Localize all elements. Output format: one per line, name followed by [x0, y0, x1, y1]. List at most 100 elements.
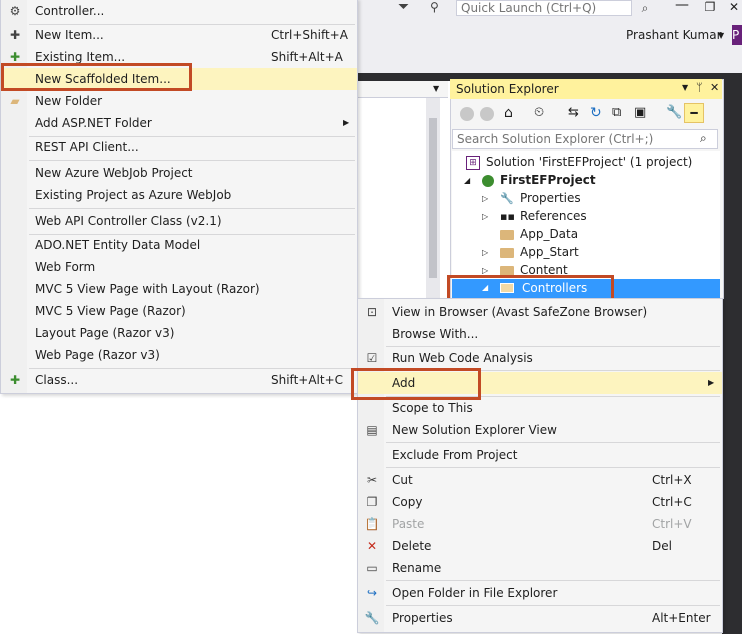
- solution-icon: ⊞: [466, 155, 480, 170]
- menu-item-delete[interactable]: ✕ Delete Del: [358, 535, 722, 557]
- folder-context-menu: ⊡ View in Browser (Avast SafeZone Browse…: [357, 298, 723, 633]
- dropdown-arrow-icon[interactable]: ▼: [433, 84, 439, 93]
- filter-icon[interactable]: ⏷: [398, 0, 416, 16]
- menu-item-web-form[interactable]: Web Form: [1, 256, 357, 278]
- chevron-down-icon[interactable]: ▼: [718, 31, 724, 40]
- solution-search-input[interactable]: [452, 129, 718, 149]
- feedback-icon[interactable]: ⚲: [430, 0, 448, 16]
- browser-icon: ⊡: [366, 305, 378, 319]
- tree-item-app-data[interactable]: App_Data: [500, 225, 578, 243]
- menu-item-cut[interactable]: ✂ Cut Ctrl+X: [358, 469, 722, 491]
- new-item-icon: ✚: [9, 28, 21, 42]
- menu-item-scope-to-this[interactable]: Scope to This: [358, 397, 722, 419]
- menu-item-open-folder[interactable]: ↪ Open Folder in File Explorer: [358, 582, 722, 604]
- new-view-icon: ▤: [366, 423, 378, 437]
- restore-button[interactable]: ❐: [700, 0, 720, 14]
- menu-item-rest-api-client[interactable]: REST API Client...: [1, 136, 357, 158]
- paste-icon: 📋: [364, 517, 380, 531]
- user-avatar[interactable]: P: [732, 25, 742, 45]
- highlight-box: [1, 63, 192, 91]
- wrench-icon: 🔧: [364, 611, 380, 625]
- collapsed-arrow-icon[interactable]: ▷: [482, 212, 488, 221]
- delete-icon: ✕: [366, 539, 378, 553]
- menu-item-exclude[interactable]: Exclude From Project: [358, 444, 722, 466]
- properties-wrench-icon[interactable]: 🔧: [666, 105, 682, 120]
- menu-item-mvc-view[interactable]: MVC 5 View Page (Razor): [1, 300, 357, 322]
- minimize-button[interactable]: —: [672, 0, 692, 14]
- menu-item-browse-with[interactable]: Browse With...: [358, 323, 722, 345]
- menu-item-properties[interactable]: 🔧 Properties Alt+Enter: [358, 607, 722, 629]
- menu-separator: [29, 208, 355, 209]
- menu-item-copy[interactable]: ❐ Copy Ctrl+C: [358, 491, 722, 513]
- back-icon[interactable]: [460, 107, 474, 121]
- menu-item-new-azure-webjob[interactable]: New Azure WebJob Project: [1, 162, 357, 184]
- menu-separator: [386, 467, 720, 468]
- menu-item-new-item[interactable]: ✚ New Item... Ctrl+Shift+A: [1, 24, 357, 46]
- user-name[interactable]: Prashant Kumar: [626, 28, 722, 42]
- search-icon[interactable]: ⌕: [700, 131, 707, 146]
- folder-icon: [500, 247, 514, 258]
- controller-icon: ⚙: [9, 4, 21, 18]
- tree-item-app-start[interactable]: App_Start: [500, 243, 579, 261]
- menu-item-web-api-controller[interactable]: Web API Controller Class (v2.1): [1, 210, 357, 232]
- tree-item-project[interactable]: FirstEFProject: [482, 171, 596, 189]
- new-folder-icon: ▰: [10, 94, 20, 108]
- expand-arrow-icon[interactable]: ◢: [464, 176, 470, 185]
- menu-item-existing-azure-webjob[interactable]: Existing Project as Azure WebJob: [1, 184, 357, 206]
- folder-icon: [500, 229, 514, 240]
- highlight-box: [351, 368, 481, 400]
- folder-icon: [500, 265, 514, 276]
- tree-item-properties[interactable]: 🔧 Properties: [500, 189, 581, 207]
- scrollbar-thumb[interactable]: [429, 118, 437, 278]
- sync-icon[interactable]: ⏲: [534, 105, 544, 120]
- search-icon[interactable]: ⌕: [636, 0, 654, 16]
- wrench-icon: 🔧: [500, 191, 514, 205]
- dropdown-arrow-icon[interactable]: ▼: [682, 83, 688, 92]
- switch-views-icon[interactable]: ⇆: [568, 105, 579, 120]
- close-icon[interactable]: ✕: [710, 81, 719, 94]
- menu-item-rename[interactable]: ▭ Rename: [358, 557, 722, 579]
- menu-item-class[interactable]: ✚ Class... Shift+Alt+C: [1, 369, 357, 391]
- pin-icon[interactable]: ᛘ: [696, 81, 703, 94]
- menu-item-ado-net-model[interactable]: ADO.NET Entity Data Model: [1, 234, 357, 256]
- menu-item-add-aspnet-folder[interactable]: Add ASP.NET Folder ▶: [1, 112, 357, 134]
- menu-separator: [386, 605, 720, 606]
- tree-item-references[interactable]: ▪▪ References: [500, 207, 587, 225]
- menu-item-web-page[interactable]: Web Page (Razor v3): [1, 344, 357, 366]
- show-all-files-icon[interactable]: ▣: [634, 105, 646, 120]
- menu-item-new-se-view[interactable]: ▤ New Solution Explorer View: [358, 419, 722, 441]
- copy-icon: ❐: [366, 495, 378, 509]
- scissors-icon: ✂: [366, 473, 378, 487]
- menu-separator: [29, 160, 355, 161]
- menu-item-new-folder[interactable]: ▰ New Folder: [1, 90, 357, 112]
- menu-item-controller[interactable]: ⚙ Controller...: [1, 0, 357, 22]
- menu-item-layout-page[interactable]: Layout Page (Razor v3): [1, 322, 357, 344]
- menu-item-paste[interactable]: 📋 Paste Ctrl+V: [358, 513, 722, 535]
- collapsed-arrow-icon[interactable]: ▷: [482, 194, 488, 203]
- close-button[interactable]: ✕: [726, 0, 742, 14]
- collapsed-arrow-icon[interactable]: ▷: [482, 248, 488, 257]
- add-submenu: ⚙ Controller... ✚ New Item... Ctrl+Shift…: [0, 0, 358, 394]
- forward-icon[interactable]: [480, 107, 494, 121]
- collapsed-arrow-icon[interactable]: ▷: [482, 266, 488, 275]
- menu-separator: [386, 442, 720, 443]
- preview-toggle-icon[interactable]: ━: [684, 103, 704, 123]
- menu-item-view-in-browser[interactable]: ⊡ View in Browser (Avast SafeZone Browse…: [358, 301, 722, 323]
- quick-launch-input[interactable]: [456, 0, 632, 16]
- code-analysis-icon: ☑: [366, 351, 378, 365]
- submenu-arrow-icon: ▶: [708, 378, 715, 387]
- open-folder-icon: ↪: [366, 586, 378, 600]
- collapse-all-icon[interactable]: ⧉: [612, 105, 621, 120]
- web-project-icon: [482, 174, 494, 187]
- refresh-icon[interactable]: ↻: [590, 105, 602, 121]
- solution-explorer-title: Solution Explorer: [456, 82, 559, 96]
- submenu-arrow-icon: ▶: [343, 118, 350, 127]
- menu-item-run-code-analysis[interactable]: ☑ Run Web Code Analysis: [358, 347, 722, 369]
- se-toolbar: ⌂ ⏲ ⇆ ↻ ⧉ ▣ 🔧 ━: [450, 101, 722, 127]
- class-icon: ✚: [9, 373, 21, 387]
- menu-item-mvc-view-layout[interactable]: MVC 5 View Page with Layout (Razor): [1, 278, 357, 300]
- diagnostic-tools-strip[interactable]: [722, 73, 742, 634]
- home-icon[interactable]: ⌂: [504, 105, 513, 121]
- references-icon: ▪▪: [500, 209, 515, 223]
- tree-item-solution[interactable]: ⊞ Solution 'FirstEFProject' (1 project): [466, 153, 692, 171]
